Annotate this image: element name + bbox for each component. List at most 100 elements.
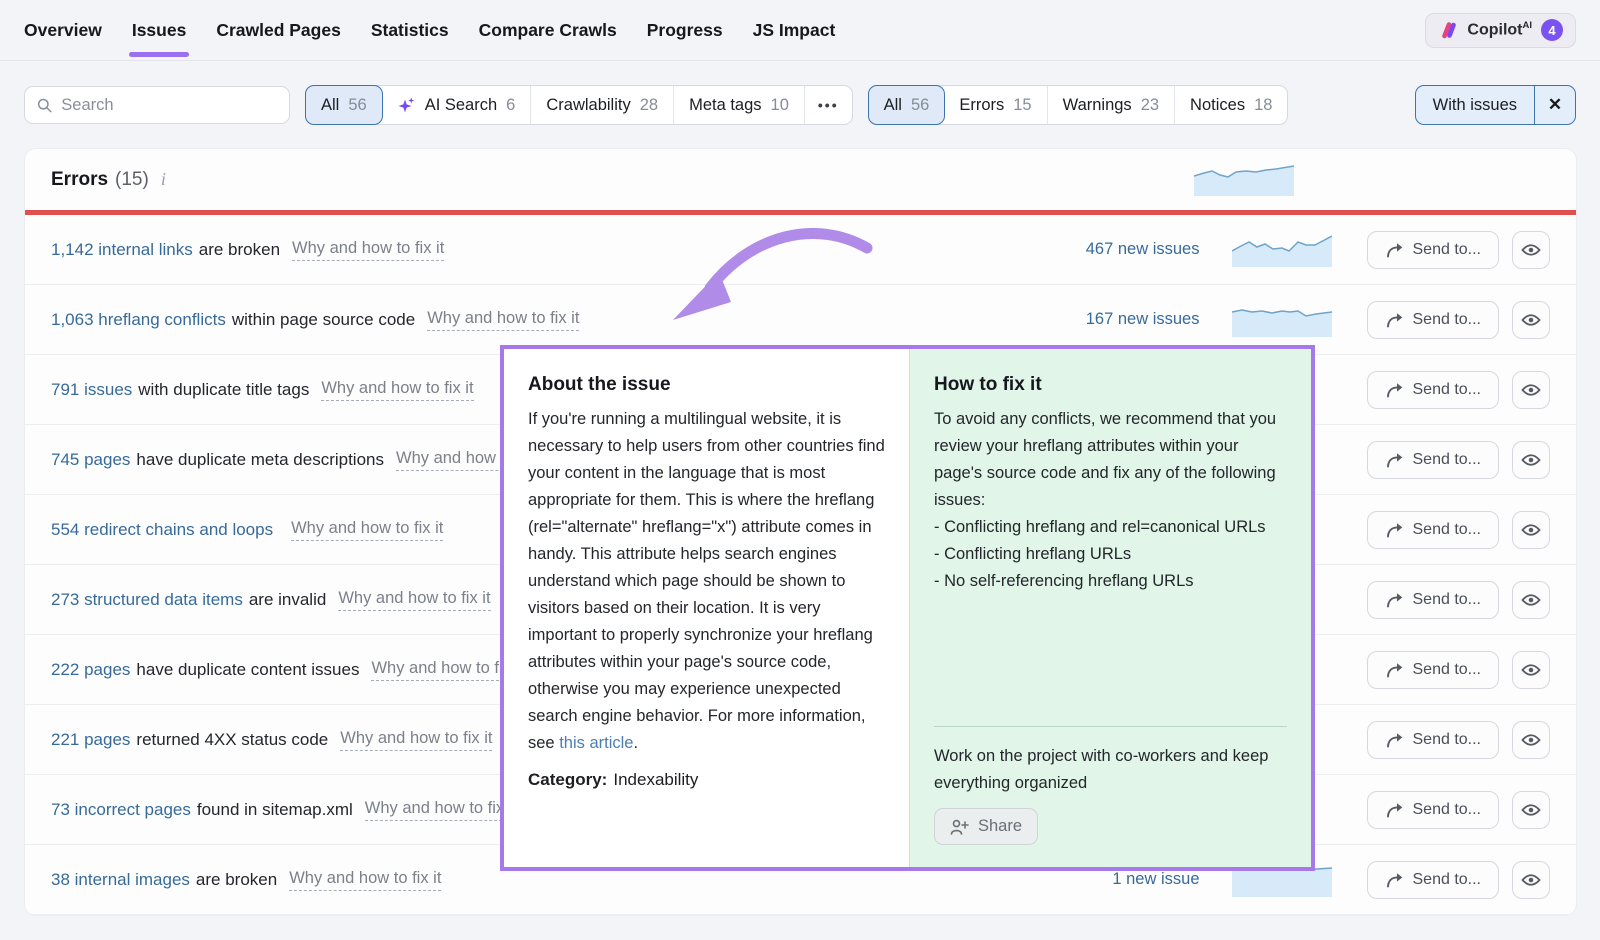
issue-description: have duplicate meta descriptions <box>136 450 384 470</box>
why-how-to-fix-link[interactable]: Why and how to fix it <box>427 309 579 331</box>
filter-ai-search[interactable]: AI Search6 <box>382 86 532 124</box>
copilot-count-badge: 4 <box>1541 19 1563 41</box>
issue-count-link[interactable]: 745 pages <box>51 450 130 470</box>
issue-count-link[interactable]: 1,142 internal links <box>51 240 193 260</box>
filter-notices[interactable]: Notices18 <box>1175 86 1287 124</box>
why-how-to-fix-link[interactable]: Why and how to fix it <box>292 239 444 261</box>
eye-icon <box>1521 383 1541 397</box>
filter-warnings[interactable]: Warnings23 <box>1048 86 1175 124</box>
send-to-button[interactable]: Send to... <box>1367 791 1500 829</box>
hide-issue-button[interactable] <box>1512 721 1550 759</box>
why-how-to-fix-link[interactable]: Why and how to fix it <box>291 519 443 541</box>
fix-title: How to fix it <box>934 374 1287 396</box>
why-how-to-fix-link[interactable]: Why and how to fix it <box>365 799 517 821</box>
issue-description: returned 4XX status code <box>136 730 328 750</box>
issue-count-link[interactable]: 38 internal images <box>51 870 190 890</box>
category-line: Category:Indexability <box>528 770 885 790</box>
send-to-button[interactable]: Send to... <box>1367 371 1500 409</box>
about-body: If you're running a multilingual website… <box>528 406 885 757</box>
tab-issues[interactable]: Issues <box>132 0 186 60</box>
eye-icon <box>1521 733 1541 747</box>
with-issues-label[interactable]: With issues <box>1416 86 1534 124</box>
send-to-button[interactable]: Send to... <box>1367 441 1500 479</box>
issue-count-link[interactable]: 791 issues <box>51 380 132 400</box>
issue-count-link[interactable]: 222 pages <box>51 660 130 680</box>
tab-crawled-pages[interactable]: Crawled Pages <box>216 0 341 60</box>
send-arrow-icon <box>1385 732 1403 748</box>
why-how-to-fix-link[interactable]: Why and how to fix it <box>340 729 492 751</box>
issue-description: are broken <box>199 240 280 260</box>
how-to-fix-panel: How to fix it To avoid any conflicts, we… <box>909 349 1311 867</box>
why-how-to-fix-link[interactable]: Why and how to fix it <box>289 869 441 891</box>
copilot-button[interactable]: CopilotAI 4 <box>1425 13 1576 48</box>
tab-progress[interactable]: Progress <box>647 0 723 60</box>
filter-meta-tags[interactable]: Meta tags10 <box>674 86 805 124</box>
issue-count-link[interactable]: 554 redirect chains and loops <box>51 520 273 540</box>
with-issues-filter-chip: With issues ✕ <box>1415 85 1576 125</box>
hide-issue-button[interactable] <box>1512 651 1550 689</box>
send-arrow-icon <box>1385 242 1403 258</box>
send-to-button[interactable]: Send to... <box>1367 231 1500 269</box>
send-to-button[interactable]: Send to... <box>1367 861 1500 899</box>
send-to-button[interactable]: Send to... <box>1367 511 1500 549</box>
why-how-to-fix-link[interactable]: Why and how to fix it <box>338 589 490 611</box>
send-arrow-icon <box>1385 802 1403 818</box>
fix-bullet: - Conflicting hreflang URLs <box>934 541 1287 568</box>
issue-count-link[interactable]: 273 structured data items <box>51 590 243 610</box>
search-input[interactable] <box>61 96 277 115</box>
search-box[interactable] <box>24 86 290 124</box>
eye-icon <box>1521 663 1541 677</box>
tab-overview[interactable]: Overview <box>24 0 102 60</box>
share-button[interactable]: Share <box>934 808 1038 845</box>
new-issues-link[interactable]: 467 new issues <box>1086 240 1200 259</box>
hide-issue-button[interactable] <box>1512 511 1550 549</box>
send-to-button[interactable]: Send to... <box>1367 301 1500 339</box>
filter-crawlability[interactable]: Crawlability28 <box>531 86 674 124</box>
tab-compare-crawls[interactable]: Compare Crawls <box>479 0 617 60</box>
send-to-button[interactable]: Send to... <box>1367 721 1500 759</box>
errors-trend-sparkline <box>1194 160 1294 196</box>
more-filters-button[interactable]: ••• <box>805 86 852 124</box>
send-to-button[interactable]: Send to... <box>1367 581 1500 619</box>
tab-statistics[interactable]: Statistics <box>371 0 449 60</box>
issue-count-link[interactable]: 73 incorrect pages <box>51 800 191 820</box>
new-issues-link[interactable]: 167 new issues <box>1086 310 1200 329</box>
eye-icon <box>1521 593 1541 607</box>
hide-issue-button[interactable] <box>1512 231 1550 269</box>
send-arrow-icon <box>1385 452 1403 468</box>
hide-issue-button[interactable] <box>1512 581 1550 619</box>
issue-details-popup: About the issue If you're running a mult… <box>500 345 1315 871</box>
issue-description: found in sitemap.xml <box>197 800 353 820</box>
hide-issue-button[interactable] <box>1512 861 1550 899</box>
category-label: Category: <box>528 770 607 789</box>
fix-bullet: - No self-referencing hreflang URLs <box>934 568 1287 595</box>
filter-bar: All56 AI Search6 Crawlability28 Meta tag… <box>24 85 1576 125</box>
hide-issue-button[interactable] <box>1512 441 1550 479</box>
new-issues-link[interactable]: 1 new issue <box>1112 870 1199 889</box>
about-text-end: . <box>633 734 638 752</box>
issue-count-link[interactable]: 1,063 hreflang conflicts <box>51 310 226 330</box>
hide-issue-button[interactable] <box>1512 371 1550 409</box>
filter-errors[interactable]: Errors15 <box>944 86 1047 124</box>
filter-all-severity[interactable]: All56 <box>868 85 946 125</box>
info-icon[interactable]: i <box>161 169 166 190</box>
send-arrow-icon <box>1385 592 1403 608</box>
eye-icon <box>1521 453 1541 467</box>
tab-js-impact[interactable]: JS Impact <box>753 0 836 60</box>
this-article-link[interactable]: this article <box>559 734 633 752</box>
eye-icon <box>1521 243 1541 257</box>
issue-description: with duplicate title tags <box>138 380 309 400</box>
issue-sparkline <box>1232 303 1332 337</box>
errors-card-header: Errors (15) i <box>25 149 1576 210</box>
send-arrow-icon <box>1385 662 1403 678</box>
hide-issue-button[interactable] <box>1512 301 1550 339</box>
issue-description: are invalid <box>249 590 327 610</box>
why-how-to-fix-link[interactable]: Why and how to fix it <box>321 379 473 401</box>
eye-icon <box>1521 523 1541 537</box>
hide-issue-button[interactable] <box>1512 791 1550 829</box>
issue-count-link[interactable]: 221 pages <box>51 730 130 750</box>
filter-all-categories[interactable]: All56 <box>305 85 383 125</box>
send-to-button[interactable]: Send to... <box>1367 651 1500 689</box>
close-icon[interactable]: ✕ <box>1534 86 1575 124</box>
category-filter-group: All56 AI Search6 Crawlability28 Meta tag… <box>305 85 853 125</box>
